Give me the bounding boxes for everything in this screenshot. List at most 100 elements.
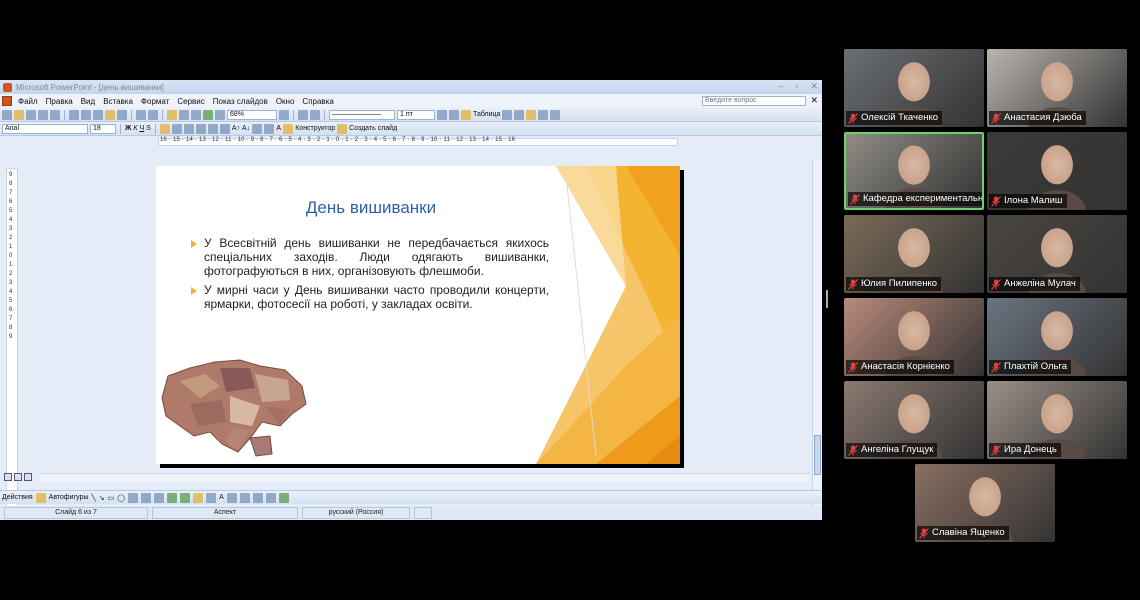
participant-tile[interactable]: Ілона Малиш [987, 132, 1127, 210]
rectangle-tool-icon[interactable]: ▭ [108, 494, 115, 502]
print-icon[interactable] [38, 109, 48, 120]
autoshapes-menu[interactable]: Автофигуры [49, 494, 89, 501]
fill-color-icon[interactable] [461, 109, 471, 120]
maximize-icon[interactable]: ▫ [795, 81, 798, 92]
color-icon[interactable] [215, 109, 225, 120]
pen-icon[interactable] [298, 109, 308, 120]
numbering-icon[interactable] [207, 123, 218, 134]
save-icon[interactable] [26, 109, 36, 120]
menu-insert[interactable]: Вставка [103, 97, 133, 106]
split-cells-icon[interactable] [514, 109, 525, 120]
oval-tool-icon[interactable]: ◯ [117, 494, 125, 502]
underline-button[interactable]: Ч [139, 125, 144, 132]
fill-icon[interactable] [193, 492, 204, 503]
font-size-select[interactable]: 18 [90, 123, 116, 134]
menu-help[interactable]: Справка [302, 97, 333, 106]
zoom-select[interactable]: 68% [227, 109, 277, 120]
align-bottom-icon[interactable] [550, 109, 561, 120]
participant-tile[interactable]: Ира Донець [987, 381, 1127, 459]
panel-resize-handle[interactable] [826, 290, 828, 308]
paste-icon[interactable] [105, 109, 115, 120]
cut-icon[interactable] [81, 109, 91, 120]
arrow-style-icon[interactable] [252, 492, 263, 503]
menu-slideshow[interactable]: Показ слайдов [213, 97, 268, 106]
participant-tile[interactable]: Славіна Ященко [915, 464, 1055, 542]
table-icon[interactable] [179, 109, 189, 120]
align-center-icon[interactable] [538, 109, 549, 120]
decrease-indent-icon[interactable] [252, 123, 263, 134]
font-color-draw-icon[interactable]: A [219, 494, 224, 501]
line-tool-icon[interactable]: ╲ [92, 494, 96, 502]
participant-tile[interactable]: Олексій Ткаченко [844, 49, 984, 127]
align-center-text-icon[interactable] [171, 123, 182, 134]
minimize-icon[interactable]: – [778, 81, 783, 92]
participant-tile[interactable]: Анастасия Дзюба [987, 49, 1127, 127]
menu-file[interactable]: Файл [18, 97, 38, 106]
help-search-input[interactable]: Введите вопрос [702, 96, 806, 106]
align-top-icon[interactable] [526, 109, 537, 120]
copy-icon[interactable] [93, 109, 103, 120]
open-icon[interactable] [14, 109, 24, 120]
table-menu[interactable]: Таблица [473, 111, 500, 118]
merge-cells-icon[interactable] [502, 109, 513, 120]
designer-button[interactable]: Конструктор [295, 125, 335, 132]
current-slide[interactable]: День вишиванки У Всесвітній день вишиван… [156, 166, 680, 464]
increase-indent-icon[interactable] [264, 123, 275, 134]
participant-tile[interactable]: Плахтій Ольга [987, 298, 1127, 376]
participant-tile[interactable]: Кафедра експериментальн... [844, 132, 984, 210]
picture-icon[interactable] [203, 109, 213, 120]
new-icon[interactable] [2, 109, 12, 120]
align-left-icon[interactable] [159, 123, 170, 134]
diagram-icon[interactable] [154, 492, 165, 503]
menu-window[interactable]: Окно [276, 97, 295, 106]
bold-button[interactable]: Ж [125, 125, 131, 132]
arrow-tool-icon[interactable]: ↘ [99, 494, 105, 502]
shadow-button[interactable]: S [146, 125, 151, 132]
wordart-icon[interactable] [141, 492, 152, 503]
help-icon[interactable] [279, 109, 289, 120]
line-style-icon[interactable] [226, 492, 237, 503]
increase-font-button[interactable]: A↑ [232, 125, 240, 132]
italic-button[interactable]: К [133, 125, 137, 132]
redo-icon[interactable] [148, 109, 158, 120]
pen-color-icon[interactable] [437, 109, 447, 120]
eraser-icon[interactable] [310, 109, 320, 120]
chart-icon[interactable] [167, 109, 177, 120]
justify-icon[interactable] [195, 123, 206, 134]
decrease-font-button[interactable]: A↓ [242, 125, 250, 132]
dash-style-icon[interactable] [239, 492, 250, 503]
format-painter-icon[interactable] [117, 109, 127, 120]
borders-icon[interactable] [449, 109, 459, 120]
horizontal-scrollbar[interactable] [40, 473, 810, 482]
participant-tile[interactable]: Анжеліна Мулач [987, 215, 1127, 293]
columns-icon[interactable] [191, 109, 201, 120]
participant-tile[interactable]: Ангеліна Глущук [844, 381, 984, 459]
preview-icon[interactable] [50, 109, 60, 120]
menu-tools[interactable]: Сервис [177, 97, 204, 106]
shadow-style-icon[interactable] [265, 492, 276, 503]
participant-tile[interactable]: Анастасія Корнієнко [844, 298, 984, 376]
menu-view[interactable]: Вид [81, 97, 95, 106]
participant-tile[interactable]: Юлия Пилипенко [844, 215, 984, 293]
align-right-icon[interactable] [183, 123, 194, 134]
menu-format[interactable]: Формат [141, 97, 169, 106]
3d-style-icon[interactable] [278, 492, 289, 503]
new-slide-button[interactable]: Создать слайд [349, 125, 397, 132]
clipart-icon[interactable] [167, 492, 178, 503]
menu-edit[interactable]: Правка [46, 97, 73, 106]
line-width-select[interactable]: 1 пт [397, 109, 435, 120]
line-color-icon[interactable] [206, 492, 217, 503]
bullets-icon[interactable] [219, 123, 230, 134]
close-document-icon[interactable]: ✕ [810, 95, 818, 106]
undo-icon[interactable] [136, 109, 146, 120]
vertical-scrollbar[interactable] [812, 160, 822, 520]
close-icon[interactable]: ✕ [810, 81, 818, 92]
draw-actions-menu[interactable]: Действия [2, 494, 33, 501]
insert-picture-icon[interactable] [180, 492, 191, 503]
font-color-button[interactable]: A [276, 125, 281, 132]
select-objects-icon[interactable] [35, 492, 46, 503]
view-buttons[interactable] [4, 473, 32, 481]
line-style-select[interactable]: ——————— [329, 109, 395, 120]
textbox-icon[interactable] [128, 492, 139, 503]
spelling-icon[interactable] [69, 109, 79, 120]
